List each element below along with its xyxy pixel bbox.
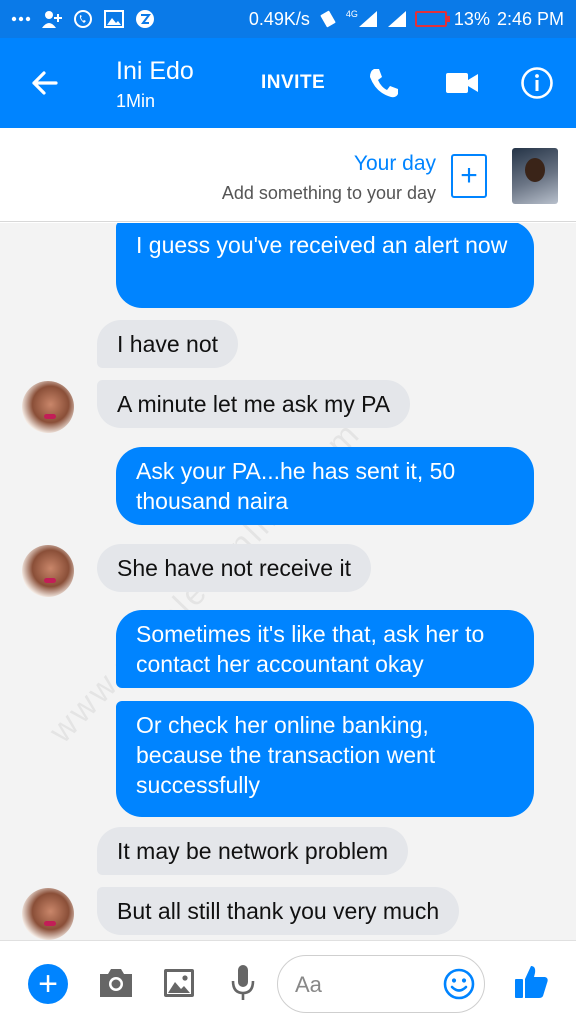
- add-contact-icon: [41, 8, 63, 30]
- message-outgoing[interactable]: Sometimes it's like that, ask her to con…: [116, 610, 534, 688]
- network-speed: 0.49K/s: [248, 8, 310, 29]
- contact-name[interactable]: Ini Edo: [116, 57, 194, 86]
- your-day-section: Your day Add something to your day +: [0, 128, 576, 222]
- message-incoming[interactable]: It may be network problem: [97, 827, 409, 875]
- your-day-subtitle: Add something to your day: [221, 183, 436, 203]
- your-day-title[interactable]: Your day: [354, 152, 436, 176]
- battery-icon: [414, 11, 450, 27]
- vibrate-icon: [317, 8, 339, 30]
- message-input-wrapper: [277, 955, 485, 1013]
- clock: 2:46 PM: [496, 8, 564, 29]
- phone-icon[interactable]: [366, 65, 402, 101]
- add-icon[interactable]: +: [28, 964, 68, 1004]
- camera-icon[interactable]: [96, 965, 136, 1001]
- conversation-header: Ini Edo 1Min INVITE: [0, 38, 576, 128]
- contact-avatar[interactable]: [22, 888, 74, 940]
- video-icon[interactable]: [444, 68, 480, 98]
- system-indicators: 0.49K/s 4G 13% 2:46 PM: [249, 8, 564, 30]
- image-icon: [103, 8, 125, 30]
- message-input[interactable]: [295, 970, 435, 1000]
- message-incoming[interactable]: She have not receive it: [97, 544, 371, 592]
- signal-icon: [357, 8, 379, 30]
- add-story-button[interactable]: +: [451, 154, 487, 198]
- emoji-icon[interactable]: [442, 967, 476, 1001]
- contact-avatar[interactable]: [22, 381, 74, 433]
- message-incoming[interactable]: I have not: [97, 320, 239, 368]
- back-arrow-icon[interactable]: [26, 64, 64, 102]
- my-story-avatar[interactable]: [512, 148, 558, 204]
- app-icon: [134, 8, 156, 30]
- message-outgoing[interactable]: Or check her online banking, because the…: [116, 701, 534, 817]
- message-outgoing[interactable]: I guess you've received an alert now: [116, 223, 534, 308]
- active-status: 1Min: [116, 91, 156, 111]
- gallery-icon[interactable]: [162, 966, 196, 1000]
- status-bar: 0.49K/s 4G 13% 2:46 PM: [0, 0, 576, 38]
- thumbs-up-icon[interactable]: [512, 963, 550, 1001]
- microphone-icon[interactable]: [228, 963, 258, 1003]
- notification-icons: [10, 8, 156, 30]
- message-outgoing[interactable]: Ask your PA...he has sent it, 50 thousan…: [116, 447, 534, 525]
- battery-level: 13%: [453, 8, 490, 29]
- invite-button[interactable]: INVITE: [261, 72, 325, 94]
- more-icon: [10, 8, 32, 30]
- message-list[interactable]: www.yabaleftonline.com I guess you've re…: [0, 223, 576, 940]
- signal-icon: [386, 8, 408, 30]
- whatsapp-icon: [72, 8, 94, 30]
- contact-avatar[interactable]: [22, 545, 74, 597]
- message-incoming[interactable]: A minute let me ask my PA: [97, 380, 411, 428]
- info-icon[interactable]: [520, 66, 554, 100]
- composer-bar: +: [0, 940, 576, 1024]
- message-incoming[interactable]: But all still thank you very much: [97, 887, 460, 935]
